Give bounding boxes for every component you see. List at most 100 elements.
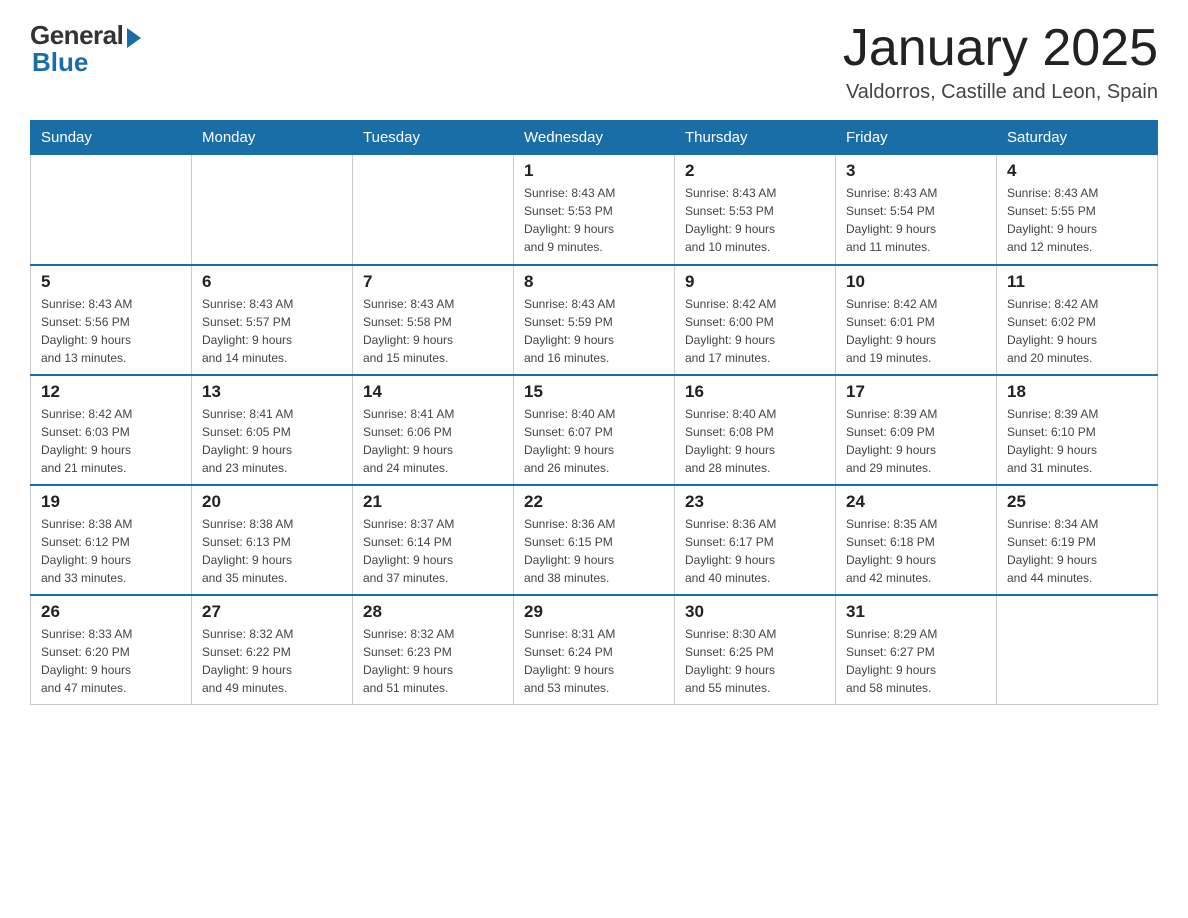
day-number: 30 [685, 602, 825, 622]
day-number: 25 [1007, 492, 1147, 512]
day-info: Sunrise: 8:43 AMSunset: 5:57 PMDaylight:… [202, 295, 342, 367]
calendar-week-row: 19Sunrise: 8:38 AMSunset: 6:12 PMDayligh… [31, 485, 1158, 595]
day-number: 9 [685, 272, 825, 292]
calendar-week-row: 5 Sunrise: 8:43 AMSunset: 5:56 PMDaylight… [31, 265, 1158, 375]
day-number: 16 [685, 382, 825, 402]
day-number: 27 [202, 602, 342, 622]
calendar-day-header: Wednesday [514, 121, 675, 155]
day-info: Sunrise: 8:42 AMSunset: 6:00 PMDaylight:… [685, 295, 825, 367]
calendar-day-cell: 9 Sunrise: 8:42 AMSunset: 6:00 PMDaylight… [675, 265, 836, 375]
day-info: Sunrise: 8:43 AMSunset: 5:53 PMDaylight:… [524, 184, 664, 256]
calendar-day-header: Tuesday [353, 121, 514, 155]
day-info: Sunrise: 8:43 AMSunset: 5:53 PMDaylight:… [685, 184, 825, 256]
day-info: Sunrise: 8:43 AMSunset: 5:54 PMDaylight:… [846, 184, 986, 256]
day-info: Sunrise: 8:33 AMSunset: 6:20 PMDaylight:… [41, 625, 181, 697]
calendar-day-cell: 4 Sunrise: 8:43 AMSunset: 5:55 PMDaylight… [997, 155, 1158, 265]
page-subtitle: Valdorros, Castille and Leon, Spain [843, 81, 1158, 104]
calendar-day-cell: 26Sunrise: 8:33 AMSunset: 6:20 PMDayligh… [31, 595, 192, 705]
calendar-day-cell: 17 Sunrise: 8:39 AMSunset: 6:09 PMDayligh… [836, 375, 997, 485]
day-info: Sunrise: 8:30 AMSunset: 6:25 PMDaylight:… [685, 625, 825, 697]
day-number: 15 [524, 382, 664, 402]
calendar-day-cell: 5 Sunrise: 8:43 AMSunset: 5:56 PMDaylight… [31, 265, 192, 375]
day-number: 21 [363, 492, 503, 512]
day-number: 3 [846, 161, 986, 181]
calendar-day-cell [192, 155, 353, 265]
day-info: Sunrise: 8:43 AMSunset: 5:56 PMDaylight:… [41, 295, 181, 367]
calendar-body: 1 Sunrise: 8:43 AMSunset: 5:53 PMDaylight… [31, 155, 1158, 705]
logo: General Blue [30, 20, 141, 78]
day-info: Sunrise: 8:43 AMSunset: 5:58 PMDaylight:… [363, 295, 503, 367]
day-info: Sunrise: 8:32 AMSunset: 6:23 PMDaylight:… [363, 625, 503, 697]
calendar-day-cell: 6 Sunrise: 8:43 AMSunset: 5:57 PMDaylight… [192, 265, 353, 375]
day-number: 29 [524, 602, 664, 622]
calendar-day-cell: 12 Sunrise: 8:42 AMSunset: 6:03 PMDayligh… [31, 375, 192, 485]
calendar-day-cell: 16Sunrise: 8:40 AMSunset: 6:08 PMDayligh… [675, 375, 836, 485]
calendar-day-cell: 7 Sunrise: 8:43 AMSunset: 5:58 PMDaylight… [353, 265, 514, 375]
page-title: January 2025 [843, 20, 1158, 77]
day-info: Sunrise: 8:43 AMSunset: 5:55 PMDaylight:… [1007, 184, 1147, 256]
calendar-day-cell: 11 Sunrise: 8:42 AMSunset: 6:02 PMDayligh… [997, 265, 1158, 375]
day-number: 11 [1007, 272, 1147, 292]
day-info: Sunrise: 8:42 AMSunset: 6:01 PMDaylight:… [846, 295, 986, 367]
calendar-day-cell: 13 Sunrise: 8:41 AMSunset: 6:05 PMDayligh… [192, 375, 353, 485]
day-info: Sunrise: 8:42 AMSunset: 6:02 PMDaylight:… [1007, 295, 1147, 367]
day-info: Sunrise: 8:41 AMSunset: 6:06 PMDaylight:… [363, 405, 503, 477]
day-info: Sunrise: 8:39 AMSunset: 6:09 PMDaylight:… [846, 405, 986, 477]
calendar-day-cell: 21 Sunrise: 8:37 AMSunset: 6:14 PMDayligh… [353, 485, 514, 595]
day-info: Sunrise: 8:42 AMSunset: 6:03 PMDaylight:… [41, 405, 181, 477]
day-info: Sunrise: 8:37 AMSunset: 6:14 PMDaylight:… [363, 515, 503, 587]
day-number: 4 [1007, 161, 1147, 181]
calendar-day-cell: 2 Sunrise: 8:43 AMSunset: 5:53 PMDaylight… [675, 155, 836, 265]
day-number: 13 [202, 382, 342, 402]
day-number: 12 [41, 382, 181, 402]
day-info: Sunrise: 8:39 AMSunset: 6:10 PMDaylight:… [1007, 405, 1147, 477]
calendar-day-cell: 8Sunrise: 8:43 AMSunset: 5:59 PMDaylight… [514, 265, 675, 375]
day-info: Sunrise: 8:35 AMSunset: 6:18 PMDaylight:… [846, 515, 986, 587]
day-number: 14 [363, 382, 503, 402]
day-info: Sunrise: 8:38 AMSunset: 6:13 PMDaylight:… [202, 515, 342, 587]
day-number: 28 [363, 602, 503, 622]
calendar-day-cell: 18 Sunrise: 8:39 AMSunset: 6:10 PMDayligh… [997, 375, 1158, 485]
day-number: 31 [846, 602, 986, 622]
calendar-day-header: Friday [836, 121, 997, 155]
calendar-day-cell: 3 Sunrise: 8:43 AMSunset: 5:54 PMDaylight… [836, 155, 997, 265]
calendar-day-cell: 22Sunrise: 8:36 AMSunset: 6:15 PMDayligh… [514, 485, 675, 595]
calendar-day-cell: 27Sunrise: 8:32 AMSunset: 6:22 PMDayligh… [192, 595, 353, 705]
day-number: 10 [846, 272, 986, 292]
logo-arrow-icon [127, 28, 141, 48]
calendar-day-cell: 31Sunrise: 8:29 AMSunset: 6:27 PMDayligh… [836, 595, 997, 705]
calendar-week-row: 26Sunrise: 8:33 AMSunset: 6:20 PMDayligh… [31, 595, 1158, 705]
day-number: 18 [1007, 382, 1147, 402]
day-number: 7 [363, 272, 503, 292]
calendar-header-row: SundayMondayTuesdayWednesdayThursdayFrid… [31, 121, 1158, 155]
calendar-day-header: Monday [192, 121, 353, 155]
calendar-day-header: Sunday [31, 121, 192, 155]
day-info: Sunrise: 8:31 AMSunset: 6:24 PMDaylight:… [524, 625, 664, 697]
day-number: 1 [524, 161, 664, 181]
day-number: 6 [202, 272, 342, 292]
calendar-day-cell [997, 595, 1158, 705]
calendar-header: SundayMondayTuesdayWednesdayThursdayFrid… [31, 121, 1158, 155]
calendar-day-cell: 28 Sunrise: 8:32 AMSunset: 6:23 PMDayligh… [353, 595, 514, 705]
calendar-day-cell: 29 Sunrise: 8:31 AMSunset: 6:24 PMDayligh… [514, 595, 675, 705]
title-section: January 2025 Valdorros, Castille and Leo… [843, 20, 1158, 104]
day-info: Sunrise: 8:43 AMSunset: 5:59 PMDaylight:… [524, 295, 664, 367]
day-info: Sunrise: 8:34 AMSunset: 6:19 PMDaylight:… [1007, 515, 1147, 587]
calendar-day-cell: 24Sunrise: 8:35 AMSunset: 6:18 PMDayligh… [836, 485, 997, 595]
day-number: 5 [41, 272, 181, 292]
day-number: 17 [846, 382, 986, 402]
page-header: General Blue January 2025 Valdorros, Cas… [30, 20, 1158, 104]
calendar-day-cell: 25 Sunrise: 8:34 AMSunset: 6:19 PMDayligh… [997, 485, 1158, 595]
day-number: 2 [685, 161, 825, 181]
calendar-day-cell: 30 Sunrise: 8:30 AMSunset: 6:25 PMDayligh… [675, 595, 836, 705]
calendar-day-cell: 14 Sunrise: 8:41 AMSunset: 6:06 PMDayligh… [353, 375, 514, 485]
calendar-table: SundayMondayTuesdayWednesdayThursdayFrid… [30, 120, 1158, 705]
calendar-day-header: Saturday [997, 121, 1158, 155]
calendar-day-cell: 20Sunrise: 8:38 AMSunset: 6:13 PMDayligh… [192, 485, 353, 595]
calendar-day-cell [353, 155, 514, 265]
calendar-day-cell: 10 Sunrise: 8:42 AMSunset: 6:01 PMDayligh… [836, 265, 997, 375]
day-info: Sunrise: 8:41 AMSunset: 6:05 PMDaylight:… [202, 405, 342, 477]
day-info: Sunrise: 8:36 AMSunset: 6:15 PMDaylight:… [524, 515, 664, 587]
calendar-day-cell [31, 155, 192, 265]
day-number: 19 [41, 492, 181, 512]
